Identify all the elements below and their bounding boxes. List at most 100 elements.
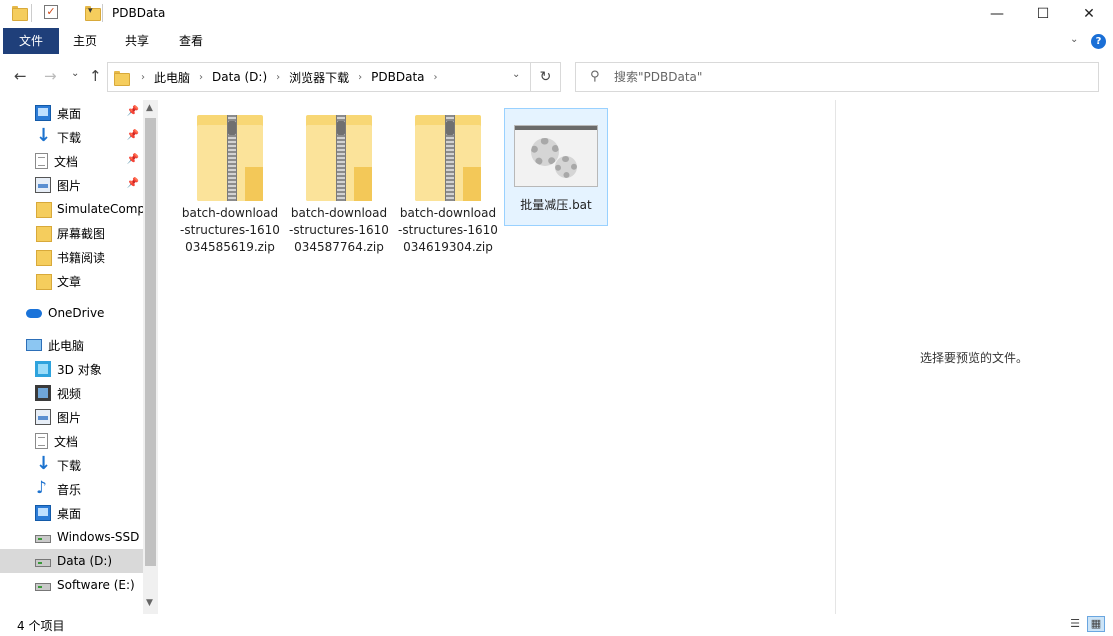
- nav-label: 屏幕截图: [57, 226, 106, 241]
- navigation-pane: 桌面 📌 下载 📌 文档 📌 图片 📌 SimulateCompr 屏幕截图 书…: [0, 100, 158, 614]
- nav-label: Windows-SSD: [57, 530, 140, 544]
- nav-drive-software[interactable]: Software (E:): [0, 573, 143, 597]
- zip-folder-icon: [306, 115, 372, 201]
- nav-quick-pictures[interactable]: 图片 📌: [0, 173, 143, 197]
- properties-icon[interactable]: ✓: [44, 5, 58, 19]
- nav-3d-objects[interactable]: 3D 对象: [0, 357, 143, 381]
- nav-quick-downloads[interactable]: 下载 📌: [0, 125, 143, 149]
- nav-drive-windows-ssd[interactable]: Windows-SSD: [0, 525, 143, 549]
- customize-toolbar-icon[interactable]: ▾: [88, 6, 93, 16]
- desktop-icon: [35, 105, 51, 121]
- address-row: ← → ⌄ ↑ › 此电脑 › Data (D:) › 浏览器下载 › PDBD…: [0, 54, 1113, 100]
- nav-folder-books[interactable]: 书籍阅读: [0, 245, 143, 269]
- download-icon: [35, 453, 51, 474]
- scroll-up-icon[interactable]: ▲: [146, 103, 153, 113]
- recent-locations-icon[interactable]: ⌄: [71, 68, 79, 79]
- nav-label: 音乐: [57, 482, 82, 497]
- forward-button[interactable]: →: [44, 67, 57, 85]
- nav-label: 下载: [57, 458, 82, 473]
- nav-pictures[interactable]: 图片: [0, 405, 143, 429]
- separator: [31, 4, 32, 22]
- nav-quick-documents[interactable]: 文档 📌: [0, 149, 143, 173]
- onedrive-icon: [26, 305, 42, 321]
- back-button[interactable]: ←: [14, 67, 27, 85]
- folder-icon: [12, 5, 28, 21]
- search-icon: ⚲: [590, 69, 600, 84]
- zip-folder-icon: [197, 115, 263, 201]
- chevron-right-icon: ›: [433, 71, 438, 83]
- address-bar[interactable]: › 此电脑 › Data (D:) › 浏览器下载 › PDBData ›: [107, 62, 531, 92]
- ribbon: 文件 主页 共享 查看 ⌄ ?: [0, 28, 1113, 54]
- folder-icon: [35, 273, 52, 290]
- folder-icon: [35, 201, 52, 218]
- search-box[interactable]: ⚲: [575, 62, 1099, 92]
- separator: [102, 4, 103, 22]
- tab-file[interactable]: 文件: [3, 28, 59, 54]
- large-icons-view-icon[interactable]: ▦: [1087, 616, 1105, 632]
- pictures-icon: [35, 409, 51, 425]
- preview-message: 选择要预览的文件。: [919, 351, 1028, 365]
- document-icon: [35, 153, 48, 169]
- up-button[interactable]: ↑: [89, 67, 102, 85]
- file-item[interactable]: batch-download-structures-1610034585619.…: [178, 108, 282, 256]
- maximize-button[interactable]: ☐: [1020, 0, 1066, 28]
- ribbon-expand-icon[interactable]: ⌄: [1070, 34, 1078, 45]
- tab-home[interactable]: 主页: [62, 28, 108, 54]
- nav-desktop[interactable]: 桌面: [0, 501, 143, 525]
- nav-label: 书籍阅读: [57, 250, 106, 265]
- nav-downloads[interactable]: 下载: [0, 453, 143, 477]
- nav-videos[interactable]: 视频: [0, 381, 143, 405]
- preview-pane: 选择要预览的文件。: [835, 100, 1113, 614]
- file-item[interactable]: batch-download-structures-1610034619304.…: [396, 108, 500, 256]
- pin-icon[interactable]: 📌: [127, 106, 139, 117]
- nav-folder-articles[interactable]: 文章: [0, 269, 143, 293]
- breadcrumb: › 此电脑 › Data (D:) › 浏览器下载 › PDBData ›: [114, 63, 447, 91]
- tab-view[interactable]: 查看: [168, 28, 214, 54]
- search-input[interactable]: [614, 67, 1084, 87]
- nav-label: SimulateCompr: [57, 202, 143, 216]
- minimize-button[interactable]: —: [974, 0, 1020, 28]
- refresh-button[interactable]: ↻: [531, 62, 561, 92]
- zip-folder-icon: [415, 115, 481, 201]
- nav-label: 文档: [54, 434, 79, 449]
- nav-folder-simulatecompr[interactable]: SimulateCompr: [0, 197, 143, 221]
- close-button[interactable]: ✕: [1066, 0, 1112, 28]
- nav-label: 桌面: [57, 106, 82, 121]
- nav-label: 文档: [54, 154, 79, 169]
- folder-icon: [114, 70, 130, 86]
- nav-label: 3D 对象: [57, 362, 102, 377]
- nav-label: 图片: [57, 178, 82, 193]
- file-item[interactable]: batch-download-structures-1610034587764.…: [287, 108, 391, 256]
- pin-icon[interactable]: 📌: [127, 130, 139, 141]
- scrollbar-thumb[interactable]: [145, 118, 156, 566]
- pictures-icon: [35, 177, 51, 193]
- breadcrumb-this-pc[interactable]: 此电脑: [154, 69, 190, 86]
- breadcrumb-data-drive[interactable]: Data (D:): [212, 70, 267, 84]
- nav-drive-data[interactable]: Data (D:): [0, 549, 143, 573]
- scroll-down-icon[interactable]: ▼: [146, 598, 153, 608]
- file-name: batch-download-structures-1610034619304.…: [398, 206, 498, 254]
- breadcrumb-pdbdata[interactable]: PDBData: [371, 70, 424, 84]
- file-item-selected[interactable]: 批量减压.bat: [504, 108, 608, 226]
- nav-label: OneDrive: [48, 306, 105, 320]
- details-view-icon[interactable]: ☰: [1066, 616, 1084, 632]
- help-icon[interactable]: ?: [1091, 34, 1106, 49]
- nav-label: 文章: [57, 274, 82, 289]
- chevron-right-icon: ›: [358, 71, 363, 83]
- nav-documents[interactable]: 文档: [0, 429, 143, 453]
- drive-icon: [35, 535, 51, 543]
- pin-icon[interactable]: 📌: [127, 178, 139, 189]
- breadcrumb-downloads[interactable]: 浏览器下载: [289, 69, 349, 86]
- nav-scrollbar[interactable]: ▲ ▼: [143, 100, 158, 614]
- nav-folder-screenshots[interactable]: 屏幕截图: [0, 221, 143, 245]
- file-name: batch-download-structures-1610034587764.…: [289, 206, 389, 254]
- nav-this-pc[interactable]: 此电脑: [0, 333, 143, 357]
- nav-music[interactable]: 音乐: [0, 477, 143, 501]
- tab-share[interactable]: 共享: [114, 28, 160, 54]
- document-icon: [35, 433, 48, 449]
- address-dropdown-icon[interactable]: ⌄: [512, 69, 520, 80]
- pin-icon[interactable]: 📌: [127, 154, 139, 165]
- nav-quick-desktop[interactable]: 桌面 📌: [0, 101, 143, 125]
- nav-onedrive[interactable]: OneDrive: [0, 301, 143, 325]
- nav-label: Software (E:): [57, 578, 135, 592]
